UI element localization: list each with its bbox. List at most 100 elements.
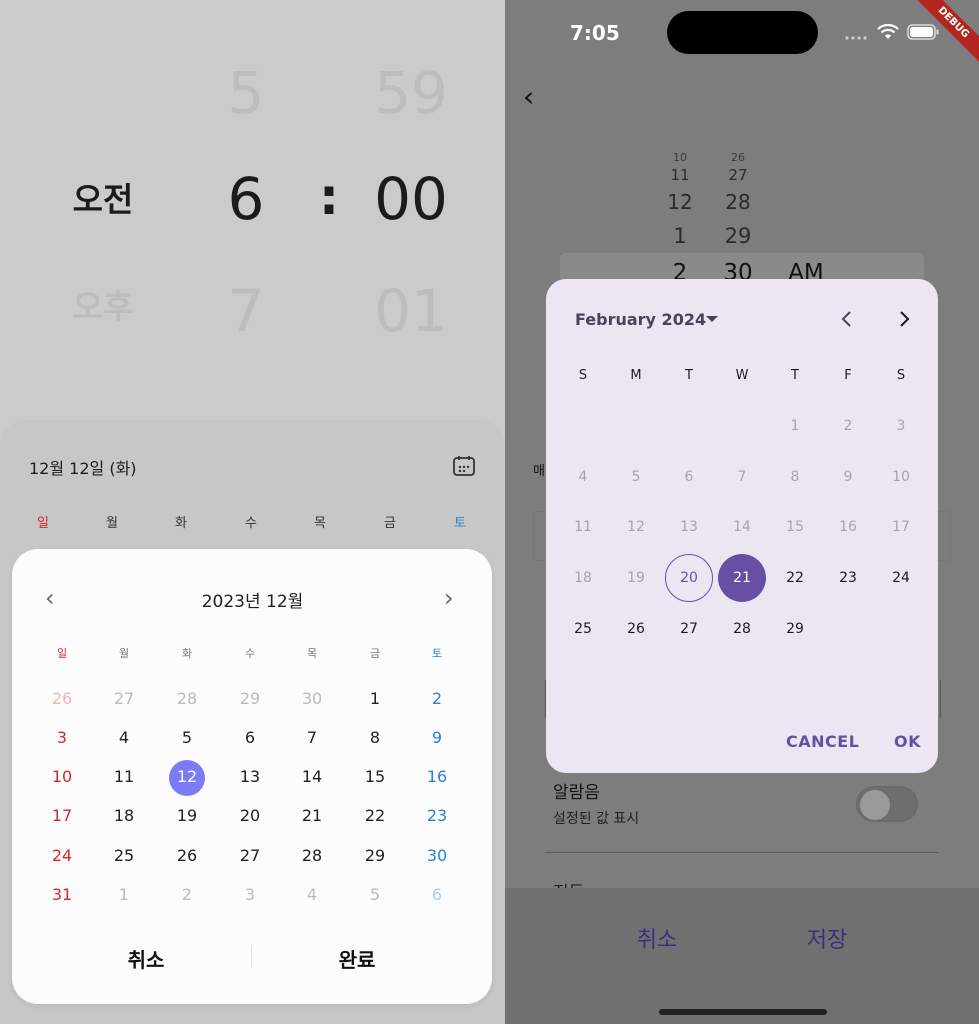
calendar-day-cell[interactable]: 13 xyxy=(230,766,270,788)
calendar-day-cell[interactable]: 30 xyxy=(292,688,332,710)
wifi-icon xyxy=(877,24,899,39)
calendar-day-cell[interactable]: 29 xyxy=(230,688,270,710)
minute-next[interactable]: 01 xyxy=(372,282,450,340)
prev-month-icon[interactable] xyxy=(839,310,855,328)
calendar-day-cell[interactable]: 2 xyxy=(167,884,207,906)
dialog-day-cell: 15 xyxy=(786,519,804,535)
calendar-day-cell[interactable]: 28 xyxy=(292,845,332,867)
calendar-day-cell[interactable]: 10 xyxy=(42,766,82,788)
dialog-day-cell: 17 xyxy=(892,519,910,535)
battery-icon xyxy=(907,24,939,40)
calendar-day-cell[interactable]: 5 xyxy=(167,727,207,749)
dialog-day-cell: 4 xyxy=(578,469,588,485)
dialog-weekday-thu: T xyxy=(791,368,799,383)
dialog-day-cell: 16 xyxy=(839,519,857,535)
calendar-day-cell[interactable]: 3 xyxy=(230,884,270,906)
calendar-month-title: 2023년 12월 xyxy=(201,592,304,612)
calendar-icon[interactable] xyxy=(452,455,476,477)
dialog-cancel-button[interactable]: CANCEL xyxy=(786,732,859,751)
alarm-toggle[interactable] xyxy=(856,786,918,822)
calendar-day-cell[interactable]: 12 xyxy=(167,766,207,788)
dialog-day-cell[interactable]: 22 xyxy=(775,568,815,588)
sheet-weekday-wed: 수 xyxy=(245,516,257,531)
ampm-selected[interactable]: 오전 xyxy=(66,183,140,216)
weekday-thu: 목 xyxy=(306,647,318,660)
calendar-day-cell[interactable]: 31 xyxy=(42,884,82,906)
dialog-day-cell[interactable]: 29 xyxy=(775,619,815,639)
calendar-day-cell[interactable]: 26 xyxy=(42,688,82,710)
dialog-day-cell[interactable]: 21 xyxy=(722,568,762,588)
dialog-day-cell[interactable]: 24 xyxy=(881,568,921,588)
ampm-next[interactable]: 오후 xyxy=(66,290,140,323)
calendar-day-cell[interactable]: 23 xyxy=(417,805,457,827)
calendar-day-cell[interactable]: 2 xyxy=(417,688,457,710)
back-icon[interactable]: ‹ xyxy=(523,80,534,113)
dialog-day-cell: 11 xyxy=(574,519,592,535)
cancel-button[interactable]: 취소 xyxy=(86,944,206,973)
footer-cancel-button[interactable]: 취소 xyxy=(607,922,707,954)
footer-save-button[interactable]: 저장 xyxy=(777,922,877,954)
calendar-day-cell[interactable]: 4 xyxy=(292,884,332,906)
calendar-day-cell[interactable]: 22 xyxy=(355,805,395,827)
calendar-day-cell[interactable]: 25 xyxy=(104,845,144,867)
dialog-day-cell: 18 xyxy=(574,570,592,586)
hour-selected[interactable]: 6 xyxy=(214,170,278,228)
dialog-day-cell[interactable]: 20 xyxy=(669,568,709,588)
divider xyxy=(545,852,939,853)
calendar-day-cell[interactable]: 1 xyxy=(104,884,144,906)
done-button[interactable]: 완료 xyxy=(297,944,417,973)
bg-minute-3: 28 xyxy=(725,190,751,214)
month-year-dropdown[interactable]: February 2024 xyxy=(575,310,706,329)
dialog-ok-button[interactable]: OK xyxy=(894,732,921,751)
calendar-day-cell[interactable]: 24 xyxy=(42,845,82,867)
calendar-day-cell[interactable]: 8 xyxy=(355,727,395,749)
dropdown-caret-icon[interactable] xyxy=(706,316,718,322)
calendar-day-cell[interactable]: 7 xyxy=(292,727,332,749)
dialog-day-cell[interactable]: 28 xyxy=(722,619,762,639)
calendar-day-cell[interactable]: 9 xyxy=(417,727,457,749)
calendar-day-cell[interactable]: 6 xyxy=(230,727,270,749)
calendar-day-cell[interactable]: 14 xyxy=(292,766,332,788)
calendar-day-cell[interactable]: 1 xyxy=(355,688,395,710)
calendar-day-cell[interactable]: 11 xyxy=(104,766,144,788)
calendar-day-cell[interactable]: 20 xyxy=(230,805,270,827)
calendar-day-cell[interactable]: 5 xyxy=(355,884,395,906)
weekday-fri: 금 xyxy=(369,647,381,660)
right-panel: 7:05 DEBUG ‹ 10 11 12 1 2 26 27 28 29 30… xyxy=(505,0,979,1024)
calendar-day-cell[interactable]: 21 xyxy=(292,805,332,827)
calendar-day-cell[interactable]: 18 xyxy=(104,805,144,827)
calendar-day-cell[interactable]: 29 xyxy=(355,845,395,867)
calendar-day-cell[interactable]: 26 xyxy=(167,845,207,867)
weekday-sat: 토 xyxy=(431,647,443,660)
dialog-day-cell: 5 xyxy=(631,469,641,485)
calendar-day-cell[interactable]: 16 xyxy=(417,766,457,788)
calendar-day-cell[interactable]: 6 xyxy=(417,884,457,906)
minute-prev[interactable]: 59 xyxy=(372,64,450,122)
dialog-day-cell[interactable]: 26 xyxy=(616,619,656,639)
dialog-day-cell[interactable]: 25 xyxy=(563,619,603,639)
sheet-weekday-mon: 월 xyxy=(106,516,118,531)
dialog-day-cell[interactable]: 27 xyxy=(669,619,709,639)
weekday-sun: 일 xyxy=(56,647,68,660)
calendar-day-cell[interactable]: 4 xyxy=(104,727,144,749)
calendar-day-cell[interactable]: 27 xyxy=(230,845,270,867)
next-month-icon[interactable] xyxy=(896,310,912,328)
calendar-day-cell[interactable]: 17 xyxy=(42,805,82,827)
dialog-day-cell: 1 xyxy=(790,418,800,434)
bg-hour-4: 1 xyxy=(673,224,687,248)
calendar-day-cell[interactable]: 30 xyxy=(417,845,457,867)
dialog-day-cell[interactable]: 23 xyxy=(828,568,868,588)
calendar-day-cell[interactable]: 28 xyxy=(167,688,207,710)
calendar-day-cell[interactable]: 3 xyxy=(42,727,82,749)
minute-selected[interactable]: 00 xyxy=(372,170,450,228)
hour-prev[interactable]: 5 xyxy=(214,64,278,122)
sheet-weekday-sun: 일 xyxy=(37,516,49,531)
dialog-weekday-wed: W xyxy=(735,368,749,383)
hour-next[interactable]: 7 xyxy=(214,282,278,340)
sheet-weekday-thu: 목 xyxy=(314,516,326,531)
calendar-day-cell[interactable]: 19 xyxy=(167,805,207,827)
dialog-day-cell: 9 xyxy=(843,469,853,485)
calendar-day-cell[interactable]: 15 xyxy=(355,766,395,788)
calendar-day-cell[interactable]: 27 xyxy=(104,688,144,710)
sheet-weekday-fri: 금 xyxy=(384,516,396,531)
